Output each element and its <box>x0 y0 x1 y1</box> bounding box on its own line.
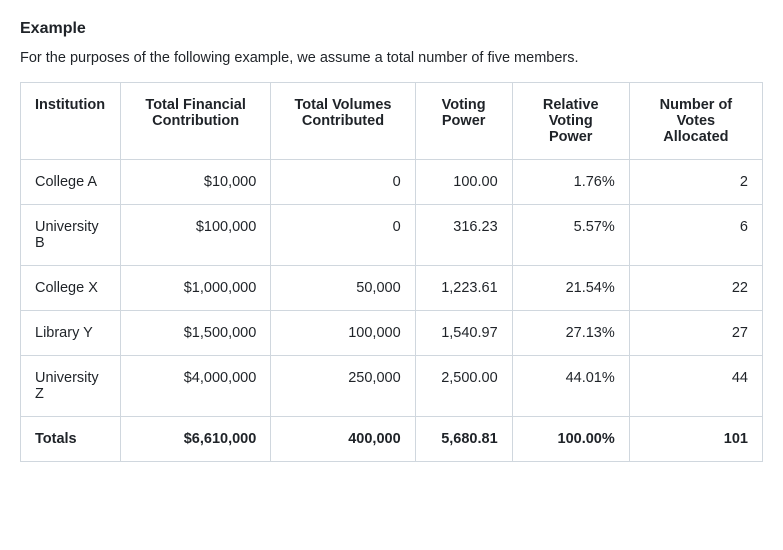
cell-nva-totals: 101 <box>629 417 762 462</box>
cell-nva: 2 <box>629 160 762 205</box>
cell-nva: 22 <box>629 266 762 311</box>
table-totals-row: Totals $6,610,000 400,000 5,680.81 100.0… <box>21 417 763 462</box>
cell-institution: College A <box>21 160 121 205</box>
example-table: Institution Total Financial Contribution… <box>20 82 763 462</box>
cell-rvp-totals: 100.00% <box>512 417 629 462</box>
example-heading: Example <box>20 20 763 38</box>
cell-nva: 27 <box>629 311 762 356</box>
example-intro: For the purposes of the following exampl… <box>20 50 763 66</box>
cell-rvp: 27.13% <box>512 311 629 356</box>
cell-vp-totals: 5,680.81 <box>415 417 512 462</box>
cell-institution: Library Y <box>21 311 121 356</box>
table-header-row: Institution Total Financial Contribution… <box>21 83 763 160</box>
cell-tvc: 0 <box>271 160 415 205</box>
cell-vp: 100.00 <box>415 160 512 205</box>
col-header-vp: Voting Power <box>415 83 512 160</box>
cell-rvp: 44.01% <box>512 356 629 417</box>
col-header-tfc: Total Financial Contribution <box>121 83 271 160</box>
col-header-nva: Number of Votes Allocated <box>629 83 762 160</box>
cell-institution-totals: Totals <box>21 417 121 462</box>
table-row: College X $1,000,000 50,000 1,223.61 21.… <box>21 266 763 311</box>
cell-tvc: 100,000 <box>271 311 415 356</box>
cell-tfc: $1,000,000 <box>121 266 271 311</box>
cell-nva: 44 <box>629 356 762 417</box>
cell-nva: 6 <box>629 205 762 266</box>
cell-tvc: 50,000 <box>271 266 415 311</box>
cell-vp: 316.23 <box>415 205 512 266</box>
cell-tfc: $10,000 <box>121 160 271 205</box>
cell-vp: 1,223.61 <box>415 266 512 311</box>
cell-tfc: $1,500,000 <box>121 311 271 356</box>
cell-vp: 1,540.97 <box>415 311 512 356</box>
cell-tfc: $4,000,000 <box>121 356 271 417</box>
col-header-institution: Institution <box>21 83 121 160</box>
table-row: Library Y $1,500,000 100,000 1,540.97 27… <box>21 311 763 356</box>
cell-tfc: $100,000 <box>121 205 271 266</box>
cell-tvc: 0 <box>271 205 415 266</box>
cell-rvp: 21.54% <box>512 266 629 311</box>
col-header-tvc: Total Volumes Contributed <box>271 83 415 160</box>
table-row: University Z $4,000,000 250,000 2,500.00… <box>21 356 763 417</box>
cell-rvp: 5.57% <box>512 205 629 266</box>
cell-tvc-totals: 400,000 <box>271 417 415 462</box>
cell-institution: University Z <box>21 356 121 417</box>
cell-institution: College X <box>21 266 121 311</box>
cell-tfc-totals: $6,610,000 <box>121 417 271 462</box>
cell-rvp: 1.76% <box>512 160 629 205</box>
cell-vp: 2,500.00 <box>415 356 512 417</box>
cell-institution: University B <box>21 205 121 266</box>
table-row: University B $100,000 0 316.23 5.57% 6 <box>21 205 763 266</box>
cell-tvc: 250,000 <box>271 356 415 417</box>
table-row: College A $10,000 0 100.00 1.76% 2 <box>21 160 763 205</box>
col-header-rvp: Relative Voting Power <box>512 83 629 160</box>
